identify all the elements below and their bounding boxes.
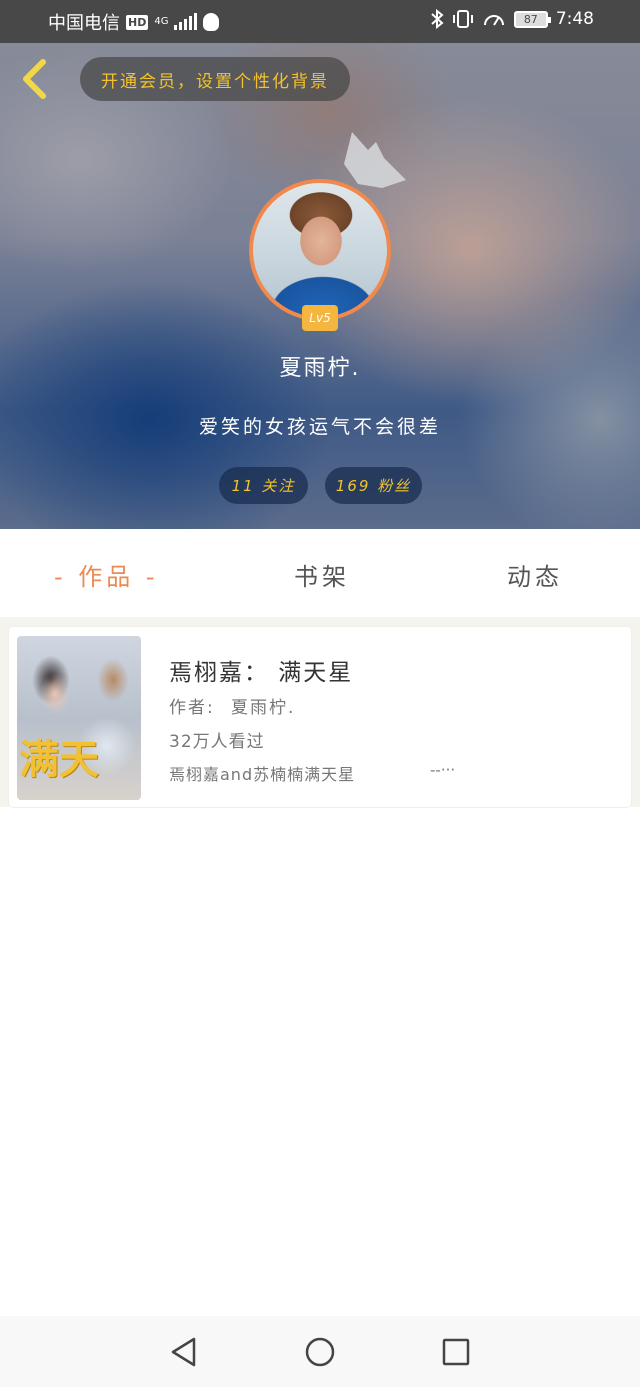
- cover-title-art: 满天: [19, 737, 99, 783]
- battery-indicator: 87: [513, 10, 551, 28]
- book-cover: 满天: [17, 636, 141, 800]
- nav-recent-icon[interactable]: [440, 1336, 472, 1368]
- network-badge: 4G: [154, 16, 169, 27]
- tab-works[interactable]: - 作品 -: [54, 557, 159, 592]
- back-arrow-icon: [23, 59, 46, 99]
- avatar[interactable]: [249, 179, 391, 321]
- work-description: 焉栩嘉and苏楠楠满天星: [169, 765, 356, 784]
- card-gutter-left: [0, 627, 9, 807]
- work-card[interactable]: 满天 焉栩嘉： 满天星 作者: 夏雨柠. 32万人看过 焉栩嘉and苏楠楠满天星…: [9, 627, 631, 807]
- qq-icon: [203, 13, 220, 31]
- work-title: 焉栩嘉： 满天星: [169, 660, 354, 686]
- following-button[interactable]: 11 关注: [219, 467, 308, 504]
- username: 夏雨柠.: [279, 356, 361, 381]
- status-left: 中国电信 HD 4G: [48, 9, 220, 35]
- profile-tabs: - 作品 - 书架 动态: [0, 529, 640, 617]
- status-time: 7:48: [555, 9, 594, 29]
- vip-background-button[interactable]: 开通会员，设置个性化背景: [80, 57, 350, 101]
- hd-badge: HD: [126, 14, 149, 30]
- fans-button[interactable]: 169 粉丝: [325, 467, 422, 504]
- tab-bookshelf[interactable]: 书架: [294, 557, 350, 592]
- carrier-label: 中国电信: [48, 13, 120, 34]
- system-nav-bar: [0, 1316, 640, 1387]
- nav-back-icon[interactable]: [168, 1336, 200, 1368]
- nav-home-icon[interactable]: [304, 1336, 336, 1368]
- back-button[interactable]: [14, 56, 54, 102]
- speed-icon: [483, 15, 504, 26]
- level-badge: Lv5: [302, 305, 338, 331]
- profile-screen: 中国电信 HD 4G 87 7:48 开通会员，设置个性化背景 Lv5 夏雨柠.…: [0, 0, 640, 1387]
- bluetooth-icon: [431, 9, 444, 29]
- description-ellipsis: --···: [430, 761, 456, 779]
- tab-activity[interactable]: 动态: [507, 557, 563, 592]
- vibrate-icon: [452, 10, 473, 28]
- author-name: 夏雨柠.: [231, 698, 296, 718]
- crown-icon: [344, 132, 406, 188]
- user-bio: 爱笑的女孩运气不会很差: [198, 416, 441, 438]
- author-label: 作者:: [169, 698, 215, 718]
- signal-icon: [174, 13, 198, 30]
- status-right: 87 7:48: [430, 9, 594, 29]
- card-gutter-right: [631, 627, 640, 807]
- section-divider: [0, 617, 640, 627]
- view-count: 32万人看过: [169, 732, 265, 752]
- status-bar: 中国电信 HD 4G 87 7:48: [0, 0, 640, 43]
